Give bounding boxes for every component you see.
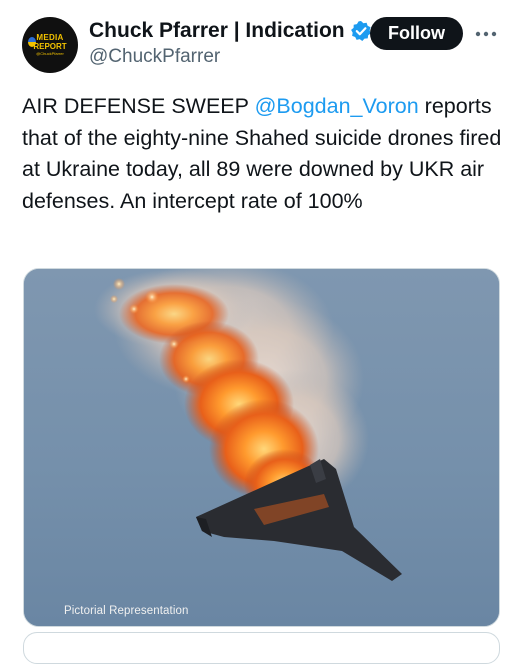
avatar-text-line3: @ChuckPfarrer: [36, 50, 64, 56]
mention-link[interactable]: @Bogdan_Voron: [255, 94, 419, 118]
follow-button[interactable]: Follow: [370, 17, 463, 50]
author-handle[interactable]: @ChuckPfarrer: [89, 46, 220, 68]
quoted-card-peek[interactable]: [23, 632, 500, 664]
display-name[interactable]: Chuck Pfarrer | Indication: [89, 19, 345, 43]
more-horizontal-icon[interactable]: [474, 22, 498, 46]
tweet-text: AIR DEFENSE SWEEP @Bogdan_Voron reports …: [22, 91, 507, 217]
burning-drone-photo: [24, 269, 499, 626]
tweet-media-image[interactable]: Pictorial Representation: [23, 268, 500, 627]
display-name-row: Chuck Pfarrer | Indication: [89, 17, 372, 45]
avatar-text-line1: MEDIA: [36, 32, 64, 42]
avatar[interactable]: MEDIA REPORT @ChuckPfarrer: [22, 17, 78, 73]
tweet-header: MEDIA REPORT @ChuckPfarrer Chuck Pfarrer…: [0, 0, 521, 80]
media-caption: Pictorial Representation: [64, 605, 189, 617]
flag-icon: [28, 37, 36, 47]
tweet-text-before: AIR DEFENSE SWEEP: [22, 94, 255, 118]
verified-badge-icon[interactable]: [350, 20, 372, 42]
avatar-text-line2: REPORT: [33, 41, 67, 51]
